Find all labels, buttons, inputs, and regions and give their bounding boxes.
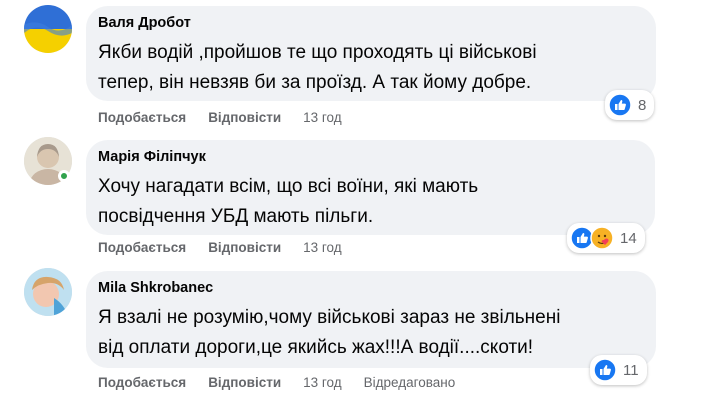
comment: Валя Дробот Якби водій ,пройшов те що пр… [0, 0, 709, 130]
avatar[interactable] [24, 268, 72, 316]
reaction-summary[interactable]: 11 [590, 355, 647, 385]
comment-timestamp[interactable]: 13 год [303, 375, 341, 390]
comment: Марія Філіпчук Хочу нагадати всім, що вс… [0, 130, 709, 260]
like-button[interactable]: Подобається [98, 110, 186, 125]
ukraine-flag-avatar-icon [24, 5, 72, 53]
comment-text: Я взалі не розумію,чому військові зараз … [98, 307, 561, 358]
comment-text: Якби водій ,пройшов те що проходять ці в… [98, 42, 537, 93]
profile-photo-icon [24, 268, 72, 316]
comment: Mila Shkrobanec Я взалі не розумію,чому … [0, 260, 709, 400]
comment-text: Хочу нагадати всім, що всі воїни, які ма… [98, 176, 479, 227]
comment-bubble: Валя Дробот Якби водій ,пройшов те що пр… [86, 6, 656, 101]
reaction-count: 8 [638, 96, 647, 114]
reaction-count: 14 [620, 229, 637, 247]
comment-actions: Подобається Відповісти 13 год Відредагов… [98, 375, 455, 390]
comment-author[interactable]: Валя Дробот [98, 14, 640, 32]
reply-button[interactable]: Відповісти [208, 375, 281, 390]
online-status-indicator [58, 170, 70, 182]
comment-author[interactable]: Mila Shkrobanec [98, 279, 640, 297]
care-reaction-icon [590, 226, 614, 250]
reply-button[interactable]: Відповісти [208, 110, 281, 125]
comment-bubble: Mila Shkrobanec Я взалі не розумію,чому … [86, 271, 656, 368]
reaction-count: 11 [623, 361, 639, 379]
comment-bubble: Марія Філіпчук Хочу нагадати всім, що вс… [86, 140, 655, 235]
comment-actions: Подобається Відповісти 13 год [98, 110, 342, 125]
edited-label[interactable]: Відредаговано [364, 375, 456, 390]
comment-author[interactable]: Марія Філіпчук [98, 148, 639, 166]
like-reaction-icon [608, 93, 632, 117]
like-button[interactable]: Подобається [98, 240, 186, 255]
like-reaction-icon [593, 358, 617, 382]
reaction-summary[interactable]: 14 [567, 223, 645, 253]
like-button[interactable]: Подобається [98, 375, 186, 390]
avatar[interactable] [24, 5, 72, 53]
comment-actions: Подобається Відповісти 13 год [98, 240, 342, 255]
reaction-summary[interactable]: 8 [605, 90, 655, 120]
comment-timestamp[interactable]: 13 год [303, 110, 341, 125]
reply-button[interactable]: Відповісти [208, 240, 281, 255]
comment-timestamp[interactable]: 13 год [303, 240, 341, 255]
